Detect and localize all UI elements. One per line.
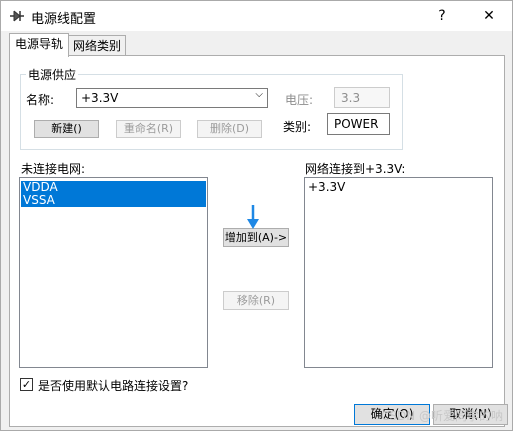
power-config-icon: [10, 10, 24, 22]
dialog-window: 电源线配置 ? ✕ 电源导轨 网络类别 电源供应 名称: +3.3V ⌵ 电压:…: [0, 0, 513, 431]
new-button[interactable]: 新建(): [34, 120, 99, 138]
unconnected-label: 未连接电网:: [21, 162, 86, 176]
connected-list[interactable]: +3.3V: [304, 177, 493, 368]
name-label: 名称:: [26, 93, 55, 107]
name-dropdown[interactable]: +3.3V ⌵: [76, 88, 268, 108]
chevron-down-icon: ⌵: [255, 89, 263, 100]
unconnected-list[interactable]: VDDA VSSA: [19, 177, 208, 368]
list-item-vssa[interactable]: VSSA: [21, 194, 206, 207]
name-value: +3.3V: [81, 91, 119, 105]
tab-panel: 电源供应 名称: +3.3V ⌵ 电压: 3.3 新建() 重命名(R) 删除(…: [9, 55, 505, 427]
delete-button[interactable]: 删除(D): [197, 120, 262, 138]
connected-label: 网络连接到+3.3V:: [305, 162, 406, 176]
power-supply-group: [20, 74, 403, 150]
use-default-checkbox[interactable]: ✓: [20, 378, 33, 391]
list-item-3v3[interactable]: +3.3V: [306, 181, 491, 194]
remove-button[interactable]: 移除(R): [223, 291, 289, 310]
window-title: 电源线配置: [31, 12, 97, 27]
title-bar: 电源线配置 ? ✕: [1, 1, 512, 31]
group-title: 电源供应: [26, 66, 79, 83]
watermark-text: CSDN @听爱同学的呐: [381, 409, 504, 423]
help-button[interactable]: ?: [419, 1, 465, 31]
tab-net-class[interactable]: 网络类别: [68, 35, 126, 57]
tab-power-rail[interactable]: 电源导轨: [9, 33, 69, 57]
rename-button[interactable]: 重命名(R): [116, 120, 181, 138]
cursor-arrow-icon: [247, 205, 259, 229]
class-label: 类别:: [283, 120, 312, 134]
voltage-label: 电压:: [285, 93, 314, 107]
class-field[interactable]: POWER: [327, 113, 390, 135]
voltage-field: 3.3: [334, 87, 390, 108]
use-default-label: 是否使用默认电路连接设置?: [38, 379, 189, 393]
close-button[interactable]: ✕: [466, 1, 512, 31]
